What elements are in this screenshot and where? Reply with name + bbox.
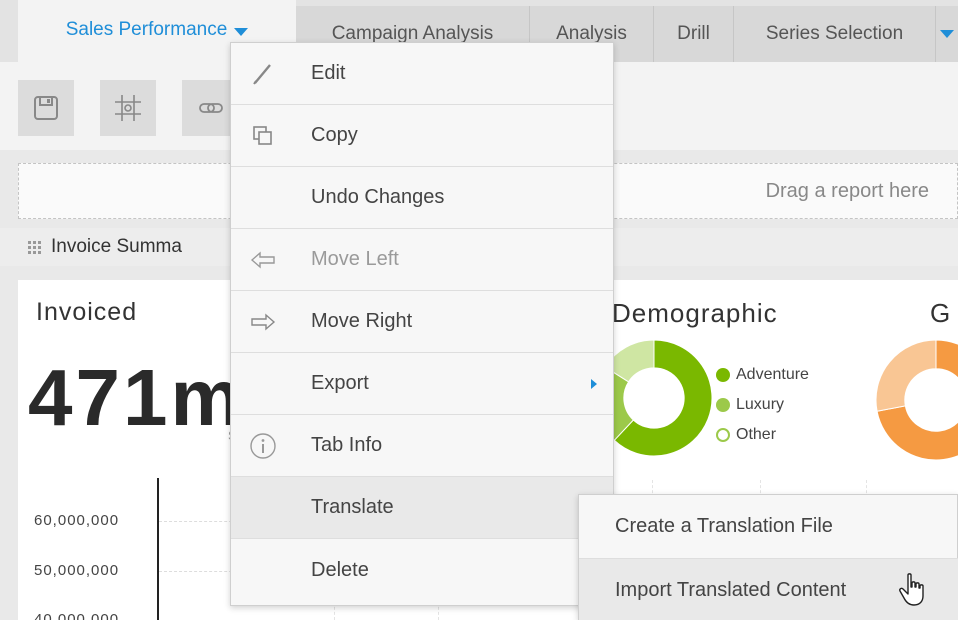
pencil-icon bbox=[245, 43, 281, 105]
copy-icon bbox=[245, 105, 281, 167]
menu-item-tab-info[interactable]: Tab Info bbox=[231, 415, 613, 477]
menu-item-copy[interactable]: Copy bbox=[231, 105, 613, 167]
menu-item-label: Tab Info bbox=[311, 434, 383, 456]
grid-icon bbox=[115, 95, 141, 121]
tab-label: Drill bbox=[677, 23, 710, 44]
second-chart-title: G bbox=[930, 298, 951, 328]
tab-label: Sales Performance bbox=[65, 19, 228, 40]
save-button[interactable] bbox=[18, 80, 74, 136]
menu-item-move-left[interactable]: Move Left bbox=[231, 229, 613, 291]
y-axis-tick-label: 50,000,000 bbox=[34, 562, 120, 579]
tab-overflow-button[interactable] bbox=[936, 6, 958, 62]
save-icon bbox=[34, 96, 58, 120]
y-axis-tick-label: 60,000,000 bbox=[34, 512, 120, 529]
tab-drill[interactable]: Drill bbox=[654, 6, 734, 62]
menu-item-label: Undo Changes bbox=[311, 186, 445, 208]
hand-cursor-icon bbox=[899, 573, 924, 606]
menu-item-edit[interactable]: Edit bbox=[231, 43, 613, 105]
menu-item-label: Delete bbox=[311, 558, 369, 581]
menu-item-translate[interactable]: Translate bbox=[231, 477, 613, 539]
legend-item: Luxury bbox=[716, 390, 809, 420]
menu-item-label: Edit bbox=[311, 62, 346, 84]
invoiced-value: 471m bbox=[28, 353, 245, 442]
legend-label: Other bbox=[736, 426, 777, 443]
tab-series-selection[interactable]: Series Selection bbox=[734, 6, 936, 62]
drop-zone-hint: Drag a report here bbox=[765, 179, 929, 202]
menu-item-label: Translate bbox=[311, 496, 394, 518]
secondary-donut-chart bbox=[875, 339, 958, 461]
layout-grid-button[interactable] bbox=[100, 80, 156, 136]
chevron-down-icon bbox=[940, 30, 954, 38]
info-icon bbox=[245, 415, 281, 477]
demographic-legend: Adventure Luxury Other bbox=[716, 360, 809, 450]
legend-swatch bbox=[716, 368, 730, 382]
menu-item-label: Import Translated Content bbox=[615, 578, 847, 601]
drag-handle-icon[interactable] bbox=[28, 240, 41, 254]
chevron-right-icon bbox=[591, 378, 597, 389]
menu-item-label: Create a Translation File bbox=[615, 515, 833, 537]
menu-item-create-translation-file[interactable]: Create a Translation File bbox=[579, 495, 958, 558]
legend-label: Luxury bbox=[736, 396, 785, 413]
legend-swatch bbox=[716, 398, 730, 412]
legend-item: Other bbox=[716, 420, 809, 450]
menu-item-undo-changes[interactable]: Undo Changes bbox=[231, 167, 613, 229]
y-axis-tick-label: 40,000,000 bbox=[34, 611, 120, 620]
menu-item-move-right[interactable]: Move Right bbox=[231, 291, 613, 353]
legend-label: Adventure bbox=[736, 366, 809, 383]
report-title: Invoice Summa bbox=[51, 236, 182, 257]
menu-item-delete[interactable]: Delete bbox=[231, 539, 613, 601]
menu-item-label: Copy bbox=[311, 124, 358, 146]
chevron-down-icon[interactable] bbox=[234, 27, 249, 36]
tab-label: Series Selection bbox=[765, 23, 904, 44]
arrow-left-icon bbox=[245, 229, 281, 291]
tab-context-menu: Edit Copy Undo Changes Move Left Move Ri… bbox=[230, 42, 614, 606]
legend-item: Adventure bbox=[716, 360, 809, 390]
demographic-title: Demographic bbox=[612, 298, 778, 328]
invoiced-title: Invoiced bbox=[36, 298, 138, 326]
menu-item-label: Move Left bbox=[311, 248, 399, 270]
menu-item-export[interactable]: Export bbox=[231, 353, 613, 415]
arrow-right-icon bbox=[245, 291, 281, 353]
link-icon bbox=[199, 103, 223, 113]
legend-swatch bbox=[716, 428, 730, 442]
menu-item-label: Export bbox=[311, 372, 369, 394]
y-axis-line bbox=[157, 478, 159, 620]
menu-item-label: Move Right bbox=[311, 310, 413, 332]
donut-slice[interactable] bbox=[875, 339, 937, 412]
